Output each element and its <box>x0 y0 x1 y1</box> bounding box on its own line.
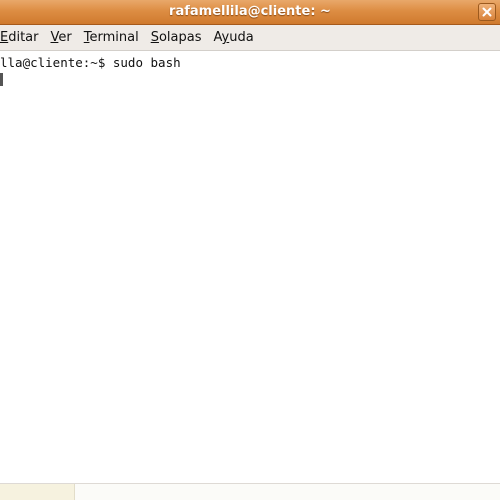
title-bar[interactable]: rafamellila@cliente: ~ <box>0 0 500 25</box>
menu-editar[interactable]: Editar <box>0 30 45 45</box>
menu-mnemonic: V <box>50 30 59 45</box>
menu-ayuda[interactable]: Ayuda <box>207 30 259 45</box>
text-cursor <box>0 73 3 86</box>
terminal-prompt-line: lla@cliente:~$ sudo bash <box>0 55 181 70</box>
terminal-area[interactable]: lla@cliente:~$ sudo bash <box>0 51 500 483</box>
menu-mnemonic: E <box>0 30 9 45</box>
close-button[interactable] <box>478 3 496 21</box>
bottom-strip <box>0 483 500 500</box>
menu-bar: Editar Ver Terminal Solapas Ayuda <box>0 25 500 51</box>
menu-mnemonic: T <box>83 30 90 45</box>
menu-solapas[interactable]: Solapas <box>145 30 208 45</box>
menu-mnemonic: S <box>150 30 159 45</box>
window-title: rafamellila@cliente: ~ <box>169 4 331 19</box>
close-icon <box>482 7 492 17</box>
menu-ver[interactable]: Ver <box>45 30 78 45</box>
menu-terminal[interactable]: Terminal <box>78 30 145 45</box>
menu-mnemonic: y <box>221 30 230 45</box>
terminal-window: rafamellila@cliente: ~ Editar Ver Termin… <box>0 0 500 500</box>
bottom-left-panel <box>0 484 75 500</box>
